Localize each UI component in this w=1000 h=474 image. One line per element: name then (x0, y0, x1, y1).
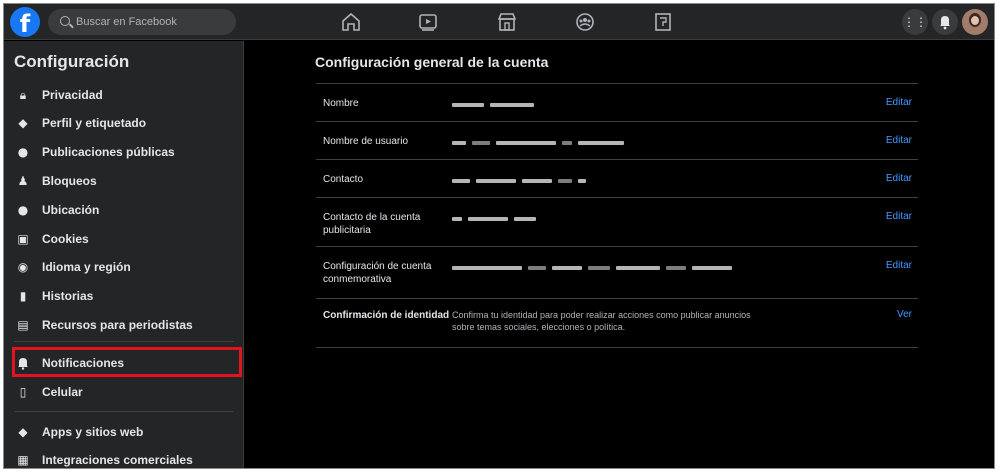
search-box[interactable] (48, 9, 236, 35)
row-value-redacted (452, 261, 752, 273)
tag-icon: ◆ (18, 116, 28, 130)
sidebar-item-label: Idioma y región (42, 260, 131, 274)
settings-row-identidad[interactable]: Confirmación de identidad Confirma tu id… (316, 299, 918, 347)
sidebar-item-label: Publicaciones públicas (42, 145, 175, 159)
phone-icon: ▯ (19, 385, 27, 399)
sidebar-item-perfil[interactable]: ◆ Perfil y etiquetado (4, 109, 244, 137)
language-icon: ◉ (17, 260, 29, 274)
sidebar-item-label: Privacidad (42, 88, 103, 102)
home-icon[interactable] (340, 12, 362, 32)
settings-row-nombre[interactable]: Nombre Editar (316, 84, 918, 121)
profile-avatar[interactable] (962, 9, 988, 35)
sidebar-item-cookies[interactable]: ▣ Cookies (4, 225, 244, 253)
edit-link[interactable]: Editar (886, 173, 912, 184)
sidebar-item-bloqueos[interactable]: ♟ Bloqueos (4, 167, 244, 195)
sidebar-item-ubicacion[interactable]: ● Ubicación (4, 196, 244, 224)
cookie-icon: ▣ (17, 232, 29, 246)
lock-icon: 🔒︎ (19, 88, 27, 102)
menu-grid-icon[interactable]: ⋮⋮ (902, 9, 928, 35)
sidebar-item-publicaciones[interactable]: ● Publicaciones públicas (4, 138, 244, 166)
sidebar-divider (14, 411, 234, 412)
page-title: Configuración general de la cuenta (315, 54, 549, 70)
marketplace-icon[interactable] (496, 12, 518, 32)
notifications-bell-icon[interactable] (932, 9, 958, 35)
facebook-logo-icon[interactable]: f (10, 7, 40, 38)
edit-link[interactable]: Editar (886, 211, 912, 222)
sidebar-item-celular[interactable]: ▯ Celular (4, 378, 244, 406)
edit-link[interactable]: Editar (886, 135, 912, 146)
row-value-redacted (452, 98, 752, 110)
row-label: Nombre (323, 98, 359, 109)
row-description: Confirma tu identidad para poder realiza… (452, 310, 751, 332)
row-value-redacted (452, 212, 752, 224)
right-icon-group: ⋮⋮ (902, 9, 990, 35)
settings-row-usuario[interactable]: Nombre de usuario Editar (316, 122, 918, 159)
view-link[interactable]: Ver (897, 309, 912, 320)
search-icon (60, 16, 70, 26)
business-integrations-icon: ▦ (17, 453, 29, 467)
gaming-icon[interactable] (652, 12, 674, 32)
sidebar-item-recursos[interactable]: ▤ Recursos para periodistas (4, 311, 244, 339)
sidebar-item-integraciones[interactable]: ▦ Integraciones comerciales (4, 446, 244, 468)
row-label: Contacto de la cuenta publicitaria (323, 212, 421, 236)
block-user-icon: ♟ (17, 174, 29, 188)
row-value-redacted (452, 174, 752, 186)
sidebar-item-label: Cookies (42, 232, 89, 246)
sidebar-item-label: Historias (42, 289, 94, 303)
groups-icon[interactable] (574, 12, 596, 32)
row-label: Nombre de usuario (323, 136, 409, 147)
sidebar-item-historias[interactable]: ▮ Historias (4, 282, 244, 310)
sidebar-item-label: Ubicación (42, 203, 100, 217)
divider (316, 347, 918, 348)
app-window: f ⋮⋮ Configuración (3, 3, 995, 469)
notificaciones-highlight-box (12, 347, 242, 377)
sidebar-item-label: Apps y sitios web (42, 425, 144, 439)
row-label: Contacto (323, 174, 364, 185)
location-pin-icon: ● (17, 203, 29, 217)
sidebar-item-label: Perfil y etiquetado (42, 116, 147, 130)
search-input[interactable] (76, 12, 226, 32)
sidebar-divider (14, 341, 234, 342)
sidebar-item-label: Recursos para periodistas (42, 318, 193, 332)
settings-sidebar: Configuración 🔒︎ Privacidad ◆ Perfil y e… (4, 41, 244, 468)
globe-icon: ● (17, 145, 29, 159)
book-icon: ▮ (19, 289, 27, 303)
sidebar-item-privacidad[interactable]: 🔒︎ Privacidad (4, 81, 244, 109)
watch-icon[interactable] (417, 12, 439, 32)
settings-row-contacto[interactable]: Contacto Editar (316, 160, 918, 197)
edit-link[interactable]: Editar (886, 260, 912, 271)
edit-link[interactable]: Editar (886, 97, 912, 108)
cube-icon: ◆ (18, 425, 28, 439)
sidebar-item-label: Integraciones comerciales (42, 453, 193, 467)
row-label: Confirmación de identidad (323, 310, 450, 321)
newspaper-icon: ▤ (17, 318, 29, 332)
settings-row-contacto-publicitario[interactable]: Contacto de la cuenta publicitaria Edita… (316, 198, 918, 246)
sidebar-title: Configuración (14, 52, 130, 71)
settings-row-conmemorativa[interactable]: Configuración de cuenta conmemorativa Ed… (316, 247, 918, 298)
row-label: Configuración de cuenta conmemorativa (323, 261, 432, 285)
top-navigation-bar: f ⋮⋮ (4, 4, 994, 40)
sidebar-item-apps[interactable]: ◆ Apps y sitios web (4, 418, 244, 446)
sidebar-item-idioma[interactable]: ◉ Idioma y región (4, 253, 244, 281)
sidebar-item-label: Bloqueos (42, 174, 97, 188)
row-value-redacted (452, 136, 752, 148)
sidebar-item-label: Celular (42, 385, 83, 399)
